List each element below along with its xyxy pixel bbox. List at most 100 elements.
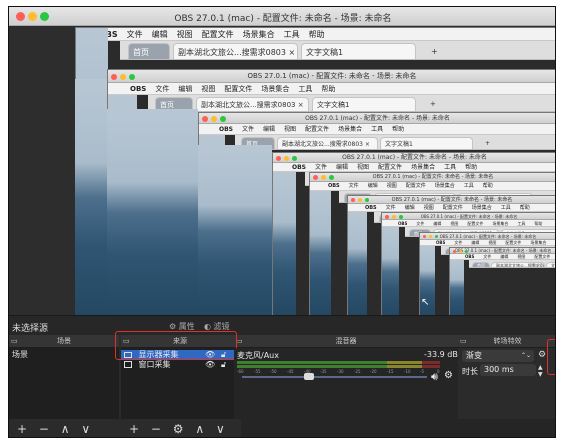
menu-item: 编辑 <box>367 183 378 189</box>
menu-item: 文件 <box>348 183 359 189</box>
meter-scale-tick: -30 <box>337 369 344 374</box>
menu-item: 帮助 <box>465 164 478 171</box>
undock-icon[interactable]: ▭ <box>11 335 18 348</box>
traffic-light-dot <box>399 215 403 219</box>
move-up-button[interactable]: ∧ <box>61 419 70 437</box>
move-down-button[interactable]: ∨ <box>81 419 90 437</box>
add-source-button[interactable]: + <box>129 419 139 437</box>
move-up-button[interactable]: ∧ <box>195 419 204 437</box>
tab-doc-1: 副本湖北文旅公...搜需求0803 × <box>196 97 309 111</box>
duration-stepper[interactable]: ▲ ▼ <box>538 364 543 378</box>
tab-doc-1: 副本湖北文旅公...搜需求0803 × <box>491 262 545 267</box>
traffic-light-dot <box>321 175 326 180</box>
ocean-wallpaper <box>348 212 367 316</box>
transition-select[interactable]: 渐变 ⌃⌄ <box>462 350 534 362</box>
nested-menu-bar: OBS文件编辑视图配置文件场景集合工具帮助 <box>310 182 555 191</box>
traffic-light-dot <box>120 74 126 80</box>
traffic-light-dot <box>465 250 468 253</box>
move-down-button[interactable]: ∨ <box>216 419 225 437</box>
menu-item: 帮助 <box>392 126 405 133</box>
scenes-footer: + − ∧ ∨ <box>9 419 119 437</box>
menu-item: 文件 <box>416 221 425 226</box>
source-label: 窗口采集 <box>138 360 171 369</box>
menu-item: 工具 <box>500 205 511 211</box>
traffic-light-dot <box>313 175 318 180</box>
ocean-wallpaper <box>75 79 107 317</box>
traffic-light-dot <box>392 215 396 219</box>
nested-title-bar: OBS 27.0.1 (mac) - 配置文件: 未命名 - 场景: 未命名 <box>420 233 555 240</box>
meter-scale-tick: -55 <box>254 369 261 374</box>
tab-doc-2: 文字文稿1 <box>301 43 416 59</box>
undock-icon[interactable]: ▭ <box>460 335 467 348</box>
menu-item: 帮助 <box>482 183 493 189</box>
menu-item: 帮助 <box>308 30 325 39</box>
nested-menu-bar: OBS文件编辑视图配置文件场景集合工具帮助 <box>199 124 555 135</box>
add-scene-button[interactable]: + <box>17 419 27 437</box>
nested-menu-bar: OBS文件编辑视图配置文件场景集合工具帮助 <box>108 83 555 95</box>
lock-icon[interactable]: 🔓︎ <box>221 360 226 370</box>
source-toolbar: 未选择源 ⚙ 属性 ◐ 滤镜 <box>9 315 555 335</box>
remove-scene-button[interactable]: − <box>39 419 49 437</box>
mixer-footer <box>241 419 555 437</box>
nested-tab-bar: 首页副本湖北文旅公...搜需求0803 ×文字文稿1+ <box>469 260 555 268</box>
duration-input[interactable]: 300 ms <box>480 364 536 376</box>
menu-item: 场景集合 <box>492 221 509 226</box>
source-item-window-capture[interactable]: 窗口采集 👁 🔓︎ <box>121 360 239 370</box>
menu-item: 配置文件 <box>442 205 463 211</box>
gear-icon[interactable]: ⚙ <box>444 370 453 381</box>
menu-item: 编辑 <box>336 164 349 171</box>
tab-doc-2: 文字文稿1 <box>380 137 473 149</box>
nested-window-title: OBS 27.0.1 (mac) - 配置文件: 未命名 - 场景: 未命名 <box>247 72 417 80</box>
preview-canvas[interactable]: OBS 文件 编辑 视图 配置文件 场景集合 工具 帮助 首页 副本湖北文旅公...搜需求0803… <box>9 27 556 317</box>
mouse-cursor-icon: ↖ <box>421 297 430 308</box>
transition-type: 渐变 <box>466 351 482 360</box>
ocean-wallpaper <box>450 260 464 316</box>
menu-item: 编辑 <box>178 85 193 93</box>
traffic-light-dot <box>111 74 117 80</box>
traffic-light-dot <box>358 198 362 202</box>
menu-item: 编辑 <box>404 205 415 211</box>
volume-slider-track[interactable] <box>242 376 427 378</box>
nested-title-bar: OBS 27.0.1 (mac) - 配置文件: 未命名 - 场景: 未命名 <box>108 70 555 83</box>
eye-icon[interactable]: 👁 <box>205 360 215 370</box>
remove-source-button[interactable]: − <box>151 419 161 437</box>
menu-app-name: OBS <box>328 183 340 189</box>
meter-bar-green <box>237 361 387 364</box>
menu-item: 场景集合 <box>242 30 275 39</box>
meter-scale-tick: -20 <box>370 369 377 374</box>
mixer-dock-header: ▭ 混音器 <box>234 335 458 348</box>
ocean-wallpaper <box>310 191 331 316</box>
highlight-box-transitions <box>547 339 555 375</box>
scene-item-label: 场景 <box>12 350 28 359</box>
menu-item: 场景集合 <box>411 164 436 171</box>
nested-tab-bar: 首页副本湖北文旅公...搜需求0803 ×文字文稿1+ <box>120 41 555 60</box>
ocean-wallpaper <box>382 227 399 316</box>
meter-scale-tick: -25 <box>354 369 361 374</box>
nested-menu-bar: OBS文件编辑视图配置文件场景集合工具帮助 <box>382 220 555 227</box>
mixer-channel-name: 麦克风/Aux <box>237 351 279 360</box>
menu-item: 编辑 <box>433 221 442 226</box>
menu-item: 帮助 <box>534 221 543 226</box>
menu-item: 工具 <box>371 126 384 133</box>
tab-doc-1: 副本湖北文旅公...搜需求0803 × <box>173 43 298 59</box>
traffic-light-dot <box>459 250 462 253</box>
sources-footer: + − ⚙ ∧ ∨ <box>121 419 239 437</box>
menu-item: 工具 <box>555 240 556 246</box>
menu-item: 文件 <box>242 126 255 133</box>
duration-value: 300 ms <box>484 365 514 374</box>
menu-app-name: OBS <box>398 221 408 226</box>
nested-menu-bar: OBS文件编辑视图配置文件场景集合工具帮助 <box>273 163 555 172</box>
meter-scale: -60 -55 -50 -45 -40 -35 -30 -25 -20 -15 -10 -5 0 <box>237 369 442 375</box>
volume-slider-handle[interactable] <box>304 373 314 380</box>
nested-window-title: OBS 27.0.1 (mac) - 配置文件: 未命名 - 场景: 未命名 <box>342 154 487 161</box>
traffic-light-dot <box>329 175 334 180</box>
ocean-wallpaper <box>107 109 198 317</box>
scene-item[interactable]: 场景 <box>12 350 112 360</box>
speaker-icon[interactable]: 🔊︎ <box>431 370 438 384</box>
mixer-level: -33.9 dB <box>424 350 458 359</box>
traffic-light-dot <box>429 235 432 238</box>
window-title: OBS 27.0.1 (mac) - 配置文件: 未命名 - 场景: 未命名 <box>174 14 392 24</box>
source-properties-button[interactable]: ⚙ <box>173 419 184 437</box>
gear-icon[interactable]: ⚙ <box>538 350 546 360</box>
menu-item: 配置文件 <box>224 85 253 93</box>
